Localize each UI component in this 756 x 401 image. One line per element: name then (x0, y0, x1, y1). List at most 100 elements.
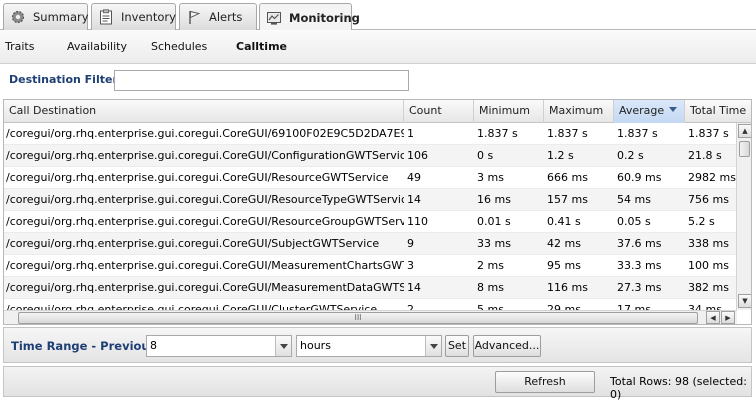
advanced-button[interactable]: Advanced... (473, 335, 541, 357)
cell-count: 106 (407, 149, 428, 162)
set-button[interactable]: Set (445, 335, 469, 357)
tab-alerts-label: Alerts (209, 10, 243, 24)
column-header-maximum[interactable]: Maximum (544, 100, 614, 123)
scroll-grip: III (354, 313, 362, 322)
tab-monitoring-label: Monitoring (289, 10, 360, 25)
column-header-label: Average (619, 104, 665, 117)
cell-total-time: 382 ms (688, 281, 729, 294)
cell-total-time: 100 ms (688, 259, 729, 272)
tab-summary[interactable]: Summary (3, 3, 89, 30)
tab-inventory-label: Inventory (121, 10, 176, 24)
cell-average: 0.2 s (617, 149, 644, 162)
column-header-minimum[interactable]: Minimum (474, 100, 544, 123)
time-range-unit-value: hours (300, 339, 331, 352)
cell-count: 9 (407, 237, 414, 250)
cell-count: 1 (407, 127, 414, 140)
table-row[interactable]: /coregui/org.rhq.enterprise.gui.coregui.… (4, 233, 737, 255)
destination-filter-label: Destination Filter : (9, 73, 127, 86)
table-row[interactable]: /coregui/org.rhq.enterprise.gui.coregui.… (4, 255, 737, 277)
horizontal-scroll-thumb[interactable]: III (18, 312, 698, 324)
chevron-down-icon[interactable] (425, 336, 441, 356)
cell-minimum: 16 ms (477, 193, 511, 206)
cell-maximum: 666 ms (547, 171, 588, 184)
cell-total-time: 338 ms (688, 237, 729, 250)
cell-call-destination: /coregui/org.rhq.enterprise.gui.coregui.… (6, 259, 404, 272)
vertical-scrollbar[interactable]: ▲ ▼ (736, 123, 751, 310)
calltime-grid: Call Destination Count Minimum Maximum A… (3, 99, 752, 325)
cell-call-destination: /coregui/org.rhq.enterprise.gui.coregui.… (6, 303, 378, 310)
column-header-label: Minimum (479, 104, 530, 117)
time-range-amount-value: 8 (150, 339, 157, 352)
cell-count: 2 (407, 303, 414, 310)
table-row[interactable]: /coregui/org.rhq.enterprise.gui.coregui.… (4, 299, 737, 310)
column-header-total-time[interactable]: Total Time (685, 100, 751, 123)
footer-toolbar: Refresh Total Rows: 98 (selected: 0) (3, 366, 752, 401)
cell-call-destination: /coregui/org.rhq.enterprise.gui.coregui.… (6, 149, 404, 162)
column-header-call-destination[interactable]: Call Destination (4, 100, 404, 123)
chevron-down-icon[interactable] (275, 336, 291, 356)
cell-call-destination: /coregui/org.rhq.enterprise.gui.coregui.… (6, 127, 404, 140)
cell-minimum: 2 ms (477, 259, 504, 272)
grid-body: /coregui/org.rhq.enterprise.gui.coregui.… (4, 123, 737, 310)
subtab-schedules[interactable]: Schedules (151, 40, 207, 53)
cell-maximum: 116 ms (547, 281, 588, 294)
cell-average: 33.3 ms (617, 259, 662, 272)
cell-call-destination: /coregui/org.rhq.enterprise.gui.coregui.… (6, 237, 380, 250)
cell-total-time: 21.8 s (688, 149, 722, 162)
tab-alerts[interactable]: Alerts (179, 3, 257, 30)
time-range-amount-select[interactable]: 8 (146, 335, 292, 357)
cell-minimum: 1.837 s (477, 127, 518, 140)
table-row[interactable]: /coregui/org.rhq.enterprise.gui.coregui.… (4, 211, 737, 233)
tab-inventory[interactable]: Inventory (91, 3, 176, 30)
gear-icon (10, 9, 26, 25)
cell-minimum: 3 ms (477, 171, 504, 184)
refresh-button[interactable]: Refresh (495, 371, 595, 393)
cell-average: 1.837 s (617, 127, 658, 140)
table-row[interactable]: /coregui/org.rhq.enterprise.gui.coregui.… (4, 189, 737, 211)
cell-maximum: 29 ms (547, 303, 581, 310)
table-row[interactable]: /coregui/org.rhq.enterprise.gui.coregui.… (4, 277, 737, 299)
horizontal-scrollbar[interactable]: III ◀ ▶ (4, 310, 737, 324)
table-row[interactable]: /coregui/org.rhq.enterprise.gui.coregui.… (4, 145, 737, 167)
time-range-toolbar: Time Range - Previous : 8 hours Set Adva… (3, 327, 752, 363)
cell-minimum: 0 s (477, 149, 494, 162)
cell-average: 60.9 ms (617, 171, 662, 184)
cell-maximum: 1.2 s (547, 149, 574, 162)
cell-maximum: 157 ms (547, 193, 588, 206)
scroll-up-icon[interactable]: ▲ (738, 124, 751, 138)
column-header-count[interactable]: Count (404, 100, 474, 123)
cell-total-time: 34 ms (688, 303, 722, 310)
cell-minimum: 8 ms (477, 281, 504, 294)
cell-minimum: 0.01 s (477, 215, 511, 228)
flag-icon (186, 9, 202, 25)
cell-total-time: 5.2 s (688, 215, 715, 228)
cell-average: 0.05 s (617, 215, 651, 228)
subtab-availability[interactable]: Availability (67, 40, 127, 53)
scroll-down-icon[interactable]: ▼ (738, 294, 751, 308)
cell-maximum: 95 ms (547, 259, 581, 272)
cell-call-destination: /coregui/org.rhq.enterprise.gui.coregui.… (6, 171, 389, 184)
cell-count: 49 (407, 171, 421, 184)
scroll-right-icon[interactable]: ▶ (721, 311, 735, 324)
destination-filter-input[interactable] (114, 70, 409, 91)
cell-count: 14 (407, 281, 421, 294)
column-header-label: Call Destination (9, 104, 97, 117)
time-range-label: Time Range - Previous : (11, 339, 166, 353)
tab-monitoring[interactable]: Monitoring (259, 3, 360, 31)
clipboard-icon (98, 9, 114, 25)
column-header-label: Total Time (690, 104, 747, 117)
scroll-left-icon[interactable]: ◀ (706, 311, 720, 324)
column-header-label: Maximum (549, 104, 604, 117)
subtab-calltime[interactable]: Calltime (236, 40, 287, 53)
cell-average: 27.3 ms (617, 281, 662, 294)
cell-average: 17 ms (617, 303, 651, 310)
column-header-average[interactable]: Average (614, 100, 685, 123)
vertical-scroll-thumb[interactable] (739, 141, 750, 157)
table-row[interactable]: /coregui/org.rhq.enterprise.gui.coregui.… (4, 167, 737, 189)
subtab-traits[interactable]: Traits (5, 40, 34, 53)
grid-header: Call Destination Count Minimum Maximum A… (4, 100, 751, 123)
cell-count: 14 (407, 193, 421, 206)
time-range-unit-select[interactable]: hours (296, 335, 442, 357)
table-row[interactable]: /coregui/org.rhq.enterprise.gui.coregui.… (4, 123, 737, 145)
cell-maximum: 1.837 s (547, 127, 588, 140)
